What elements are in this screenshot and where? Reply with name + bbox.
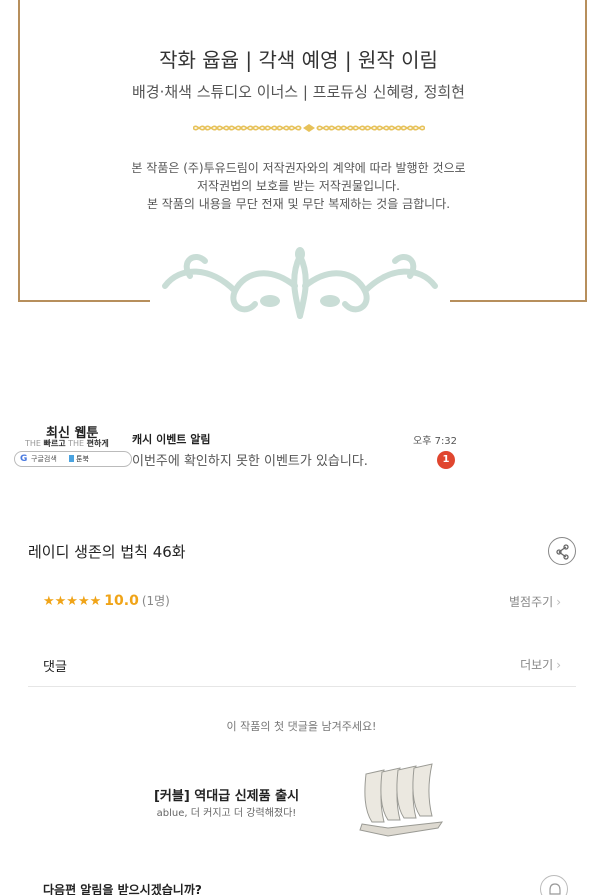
rating-row: ★★★★★ 10.0 (1명): [43, 592, 170, 609]
empty-comments-message[interactable]: 이 작품의 첫 댓글을 남겨주세요!: [0, 718, 597, 734]
notice-line: 본 작품의 내용을 무단 전재 및 무단 복제하는 것을 금합니다.: [146, 197, 451, 211]
rate-button[interactable]: 별점주기 ›: [509, 593, 561, 610]
notification-badge: 1: [437, 451, 455, 469]
star-rating: ★★★★★: [43, 594, 102, 609]
chevron-right-icon: ›: [556, 595, 561, 609]
notice-line: 저작권법의 보호를 받는 저작권물입니다.: [197, 179, 400, 193]
ad-heading[interactable]: 캐시 이벤트 알림: [132, 431, 211, 447]
ad-body[interactable]: 이번주에 확인하지 못한 이벤트가 있습니다.: [132, 450, 368, 469]
tag-fast: 빠르고: [43, 439, 66, 448]
ad-time: 오후 7:32: [413, 436, 458, 447]
google-icon: G: [20, 454, 28, 464]
credits-title: 작화 윱윱 | 각색 예영 | 원작 이림: [159, 48, 438, 72]
ornament-divider: [193, 124, 425, 132]
book-label: 툰북: [69, 455, 89, 463]
share-icon: [556, 544, 569, 560]
rating-score: 10.0: [104, 593, 139, 609]
tag-the: THE: [25, 439, 41, 448]
ad-search-pill[interactable]: G 구글검색 툰북: [14, 451, 132, 467]
product-ad-description[interactable]: ablue, 더 커지고 더 강력해졌다!: [130, 804, 323, 819]
rate-label: 별점주기: [509, 595, 554, 609]
episode-title: 레이디 생존의 법칙 46화: [28, 543, 186, 561]
comments-divider: [28, 686, 576, 687]
ad-brand-block[interactable]: 최신 웹툰 THE 빠르고 THE 편하게 G 구글검색 툰북: [14, 422, 132, 470]
copyright-notice: 본 작품은 (주)투유드림이 저작권자와의 계약에 따라 발행한 것으로 저작권…: [0, 159, 597, 213]
comments-label: 댓글: [43, 660, 67, 675]
notice-line: 본 작품은 (주)투유드림이 저작권자와의 계약에 따라 발행한 것으로: [131, 161, 466, 175]
next-episode-alert-prompt: 다음편 알림을 받으시겠습니까?: [43, 883, 202, 895]
tag-the: THE: [68, 439, 85, 448]
share-button[interactable]: [548, 537, 576, 565]
notification-toggle-button[interactable]: [540, 875, 568, 895]
comments-more-button[interactable]: 더보기 ›: [520, 656, 561, 673]
product-chair-image[interactable]: [358, 762, 444, 840]
search-label: 구글검색: [31, 455, 57, 463]
flourish-ornament: [162, 247, 438, 319]
product-ad-title[interactable]: [커블] 역대급 신제품 출시: [130, 785, 323, 804]
credits-subtitle: 배경·채색 스튜디오 이너스 | 프로듀싱 신혜령, 정희현: [131, 83, 465, 101]
ad-tagline: THE 빠르고 THE 편하게: [25, 438, 109, 449]
rating-count: (1명): [141, 594, 170, 608]
tag-easy: 편하게: [86, 439, 109, 448]
chevron-right-icon: ›: [556, 658, 561, 672]
bell-icon: [549, 883, 561, 895]
more-label: 더보기: [520, 658, 554, 672]
